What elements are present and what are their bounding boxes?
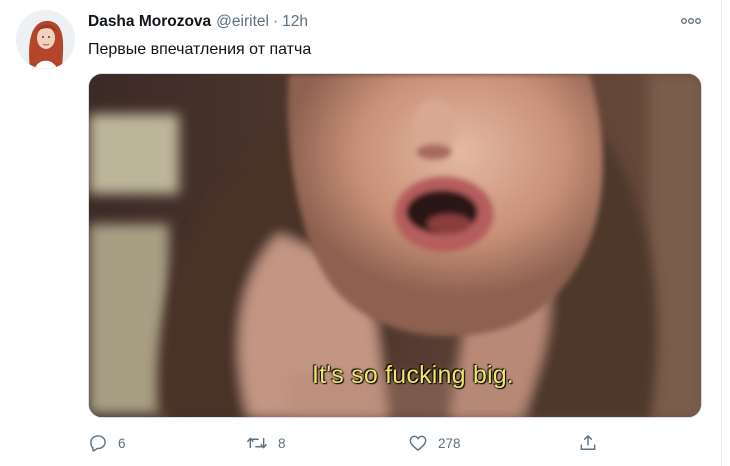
media-caption: It's so fucking big. [312,361,514,389]
tweet-header: Dasha Morozova @eiritel · 12h [88,12,308,32]
heart-icon [409,435,427,451]
avatar[interactable] [16,10,75,69]
tweet-actions: 6 8 278 [88,428,608,458]
display-name[interactable]: Dasha Morozova [88,13,211,31]
tweet-text: Первые впечатления от патча [88,41,312,58]
like-count: 278 [438,435,461,451]
separator-dot: · [272,13,279,30]
tweet-media-image[interactable]: It's so fucking big. [88,73,702,418]
like-button[interactable]: 278 [408,428,461,458]
share-icon [580,434,596,450]
share-button[interactable] [578,428,598,458]
more-horizontal-icon [681,18,701,24]
retweet-count: 8 [278,435,286,451]
retweet-button[interactable]: 8 [246,428,286,458]
tweet: Dasha Morozova @eiritel · 12h Первые впе… [0,0,722,466]
reply-button[interactable]: 6 [88,428,126,458]
reply-count: 6 [118,435,126,451]
timestamp[interactable]: 12h [282,13,308,31]
reply-icon [90,435,106,452]
user-handle[interactable]: @eiritel [216,13,269,31]
retweet-icon [246,437,268,449]
more-options-button[interactable] [676,10,706,32]
